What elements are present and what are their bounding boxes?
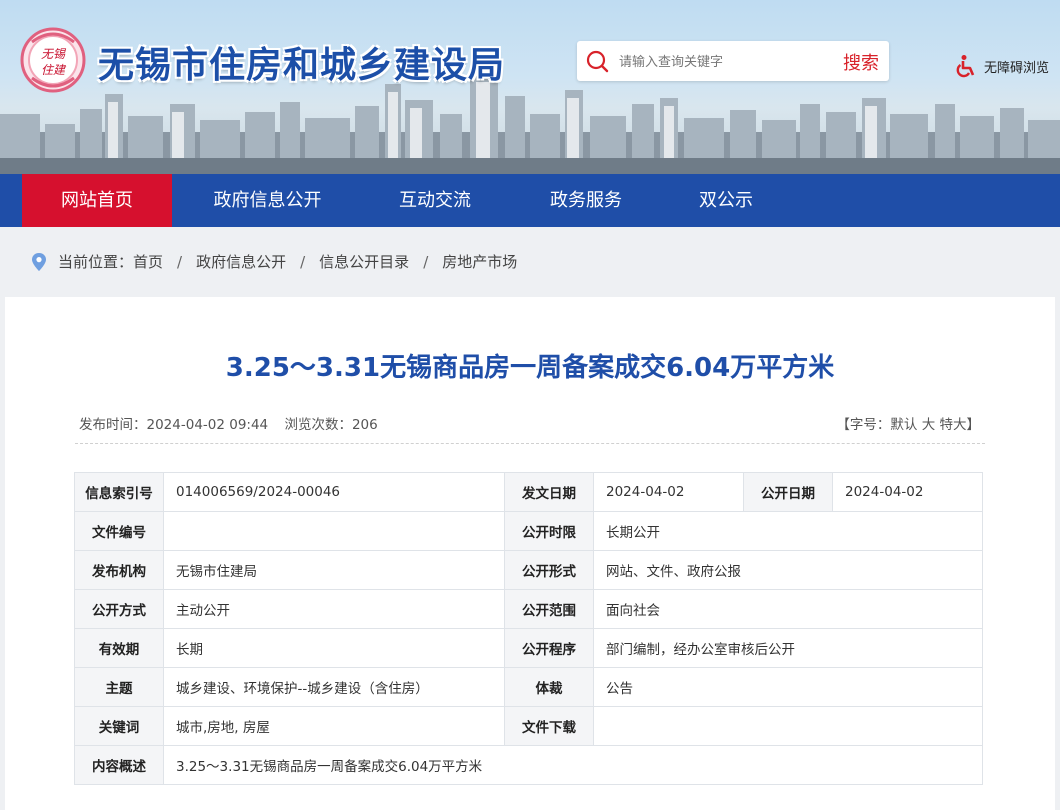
public-date-label: 公开日期 bbox=[743, 472, 833, 512]
table-row: 公开方式 主动公开 公开范围 面向社会 bbox=[74, 589, 983, 629]
mode-value: 主动公开 bbox=[163, 589, 505, 629]
genre-value: 公告 bbox=[593, 667, 983, 707]
summary-label: 内容概述 bbox=[74, 745, 164, 785]
breadcrumb-item-catalog[interactable]: 信息公开目录 bbox=[319, 251, 409, 272]
table-row: 关键词 城市,房地, 房屋 文件下载 bbox=[74, 706, 983, 746]
table-row: 信息索引号 014006569/2024-00046 发文日期 2024-04-… bbox=[74, 472, 983, 512]
procedure-value: 部门编制，经办公室审核后公开 bbox=[593, 628, 983, 668]
topic-label: 主题 bbox=[74, 667, 164, 707]
breadcrumb-item-home[interactable]: 首页 bbox=[133, 251, 163, 272]
search-button[interactable]: 搜索 bbox=[843, 49, 879, 75]
time-limit-label: 公开时限 bbox=[504, 511, 594, 551]
agency-label: 发布机构 bbox=[74, 550, 164, 590]
accessibility-label: 无障碍浏览 bbox=[984, 60, 1050, 76]
article-panel: 3.25～3.31无锡商品房一周备案成交6.04万平方米 发布时间：2024-0… bbox=[5, 297, 1055, 810]
publish-time: 发布时间：2024-04-02 09:44 bbox=[79, 417, 269, 433]
info-table: 信息索引号 014006569/2024-00046 发文日期 2024-04-… bbox=[74, 472, 983, 785]
breadcrumb-item-gov-info[interactable]: 政府信息公开 bbox=[196, 251, 286, 272]
breadcrumb-separator: / bbox=[423, 252, 429, 271]
form-label: 公开形式 bbox=[504, 550, 594, 590]
procedure-label: 公开程序 bbox=[504, 628, 594, 668]
agency-value: 无锡市住建局 bbox=[163, 550, 505, 590]
table-row: 发布机构 无锡市住建局 公开形式 网站、文件、政府公报 bbox=[74, 550, 983, 590]
breadcrumb-separator: / bbox=[300, 252, 306, 271]
doc-no-value bbox=[163, 511, 505, 551]
topic-value: 城乡建设、环境保护--城乡建设（含住房） bbox=[163, 667, 505, 707]
summary-value: 3.25～3.31无锡商品房一周备案成交6.04万平方米 bbox=[163, 745, 983, 785]
search-box: 搜索 bbox=[577, 41, 889, 81]
location-pin-icon bbox=[32, 252, 46, 271]
time-limit-value: 长期公开 bbox=[593, 511, 983, 551]
scope-value: 面向社会 bbox=[593, 589, 983, 629]
article-meta: 发布时间：2024-04-02 09:44 浏览次数：206 bbox=[79, 413, 390, 433]
mode-label: 公开方式 bbox=[74, 589, 164, 629]
download-value[interactable] bbox=[593, 706, 983, 746]
table-row: 有效期 长期 公开程序 部门编制，经办公室审核后公开 bbox=[74, 628, 983, 668]
form-value: 网站、文件、政府公报 bbox=[593, 550, 983, 590]
download-label: 文件下载 bbox=[504, 706, 594, 746]
breadcrumb-item-real-estate[interactable]: 房地产市场 bbox=[442, 251, 517, 272]
genre-label: 体裁 bbox=[504, 667, 594, 707]
breadcrumb-prefix: 当前位置： bbox=[58, 253, 134, 271]
search-icon[interactable] bbox=[585, 49, 609, 73]
public-date-value: 2024-04-02 bbox=[832, 472, 983, 512]
nav-item-interaction[interactable]: 互动交流 bbox=[360, 174, 510, 227]
issue-date-value: 2024-04-02 bbox=[593, 472, 744, 512]
table-row: 文件编号 公开时限 长期公开 bbox=[74, 511, 983, 551]
breadcrumb: 当前位置： 首页 / 政府信息公开 / 信息公开目录 / 房地产市场 bbox=[0, 227, 1060, 297]
accessibility-link[interactable]: 无障碍浏览 bbox=[954, 54, 1049, 78]
validity-label: 有效期 bbox=[74, 628, 164, 668]
divider bbox=[75, 443, 985, 444]
nav-item-home[interactable]: 网站首页 bbox=[22, 174, 172, 227]
scope-label: 公开范围 bbox=[504, 589, 594, 629]
logo-emblem: 无锡 住建 bbox=[18, 24, 88, 96]
nav-item-gov-info[interactable]: 政府信息公开 bbox=[190, 174, 345, 227]
index-value: 014006569/2024-00046 bbox=[163, 472, 505, 512]
site-header: 无锡 住建 无锡市住房和城乡建设局 搜索 无障碍浏览 bbox=[0, 0, 1060, 174]
issue-date-label: 发文日期 bbox=[504, 472, 594, 512]
font-size-control[interactable]: 【字号：默认 大 特大】 bbox=[836, 413, 980, 433]
svg-text:住建: 住建 bbox=[41, 63, 67, 77]
nav-item-services[interactable]: 政务服务 bbox=[512, 174, 660, 227]
nav-item-double-publicity[interactable]: 双公示 bbox=[664, 174, 788, 227]
search-input[interactable] bbox=[617, 47, 831, 77]
keywords-value: 城市,房地, 房屋 bbox=[163, 706, 505, 746]
table-row: 内容概述 3.25～3.31无锡商品房一周备案成交6.04万平方米 bbox=[74, 745, 983, 785]
view-count: 浏览次数：206 bbox=[284, 417, 378, 433]
wheelchair-icon bbox=[956, 55, 975, 78]
table-row: 主题 城乡建设、环境保护--城乡建设（含住房） 体裁 公告 bbox=[74, 667, 983, 707]
index-label: 信息索引号 bbox=[74, 472, 164, 512]
keywords-label: 关键词 bbox=[74, 706, 164, 746]
svg-text:无锡: 无锡 bbox=[41, 47, 67, 61]
main-nav: 网站首页 政府信息公开 互动交流 政务服务 双公示 bbox=[0, 174, 1060, 227]
breadcrumb-separator: / bbox=[177, 252, 183, 271]
doc-no-label: 文件编号 bbox=[74, 511, 164, 551]
validity-value: 长期 bbox=[163, 628, 505, 668]
article-title: 3.25～3.31无锡商品房一周备案成交6.04万平方米 bbox=[225, 353, 835, 383]
site-title: 无锡市住房和城乡建设局 bbox=[98, 45, 506, 86]
